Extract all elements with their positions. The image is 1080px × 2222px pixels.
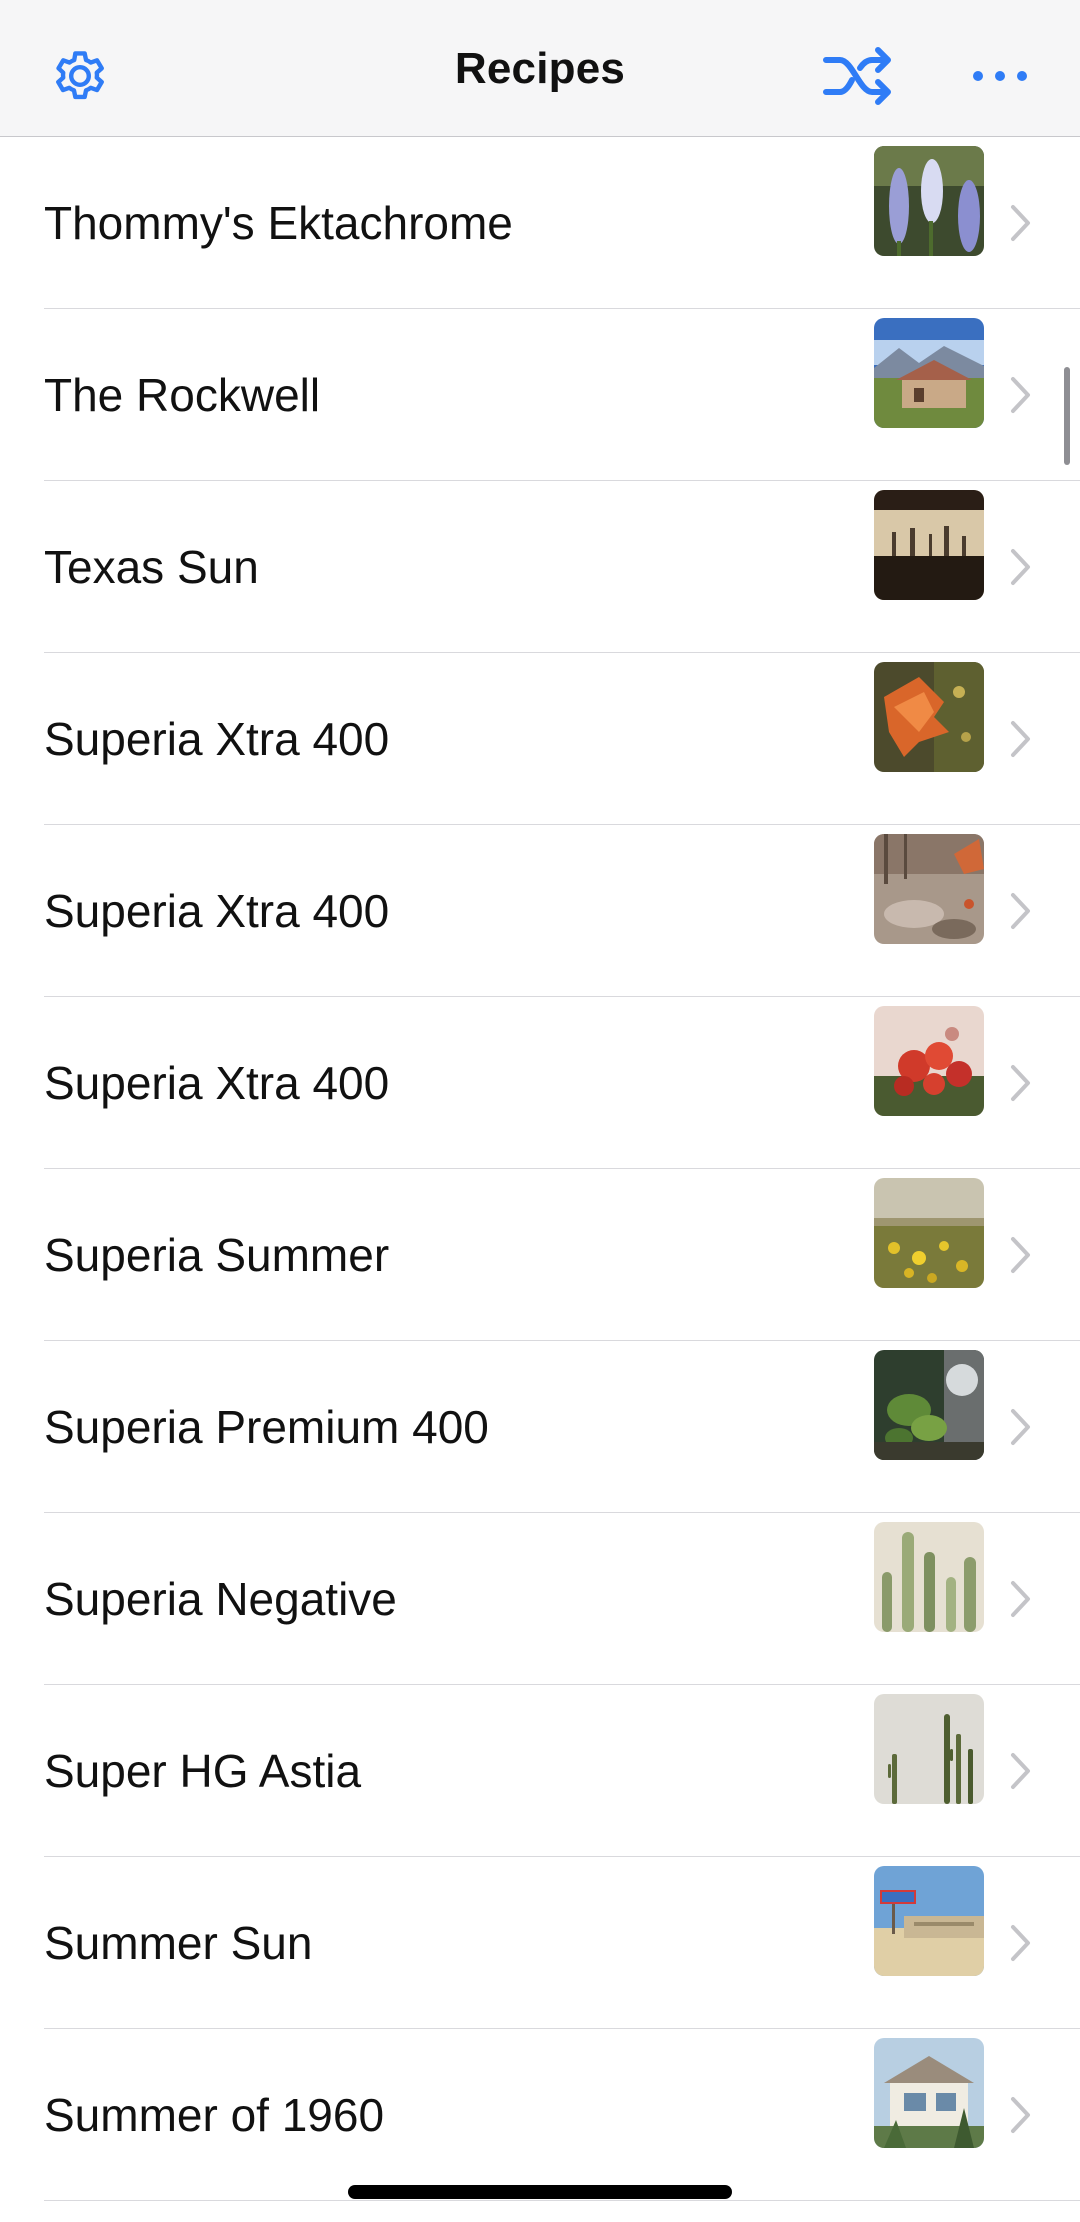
recipe-name: Superia Negative [44, 1573, 397, 1625]
recipe-row[interactable]: Superia Premium 400 [0, 1341, 1080, 1513]
shuffle-button[interactable] [822, 40, 894, 112]
recipe-row[interactable]: Summer of 1960 [0, 2029, 1080, 2201]
recipe-row[interactable]: Superia Xtra 400 [0, 653, 1080, 825]
chevron-right-icon [1010, 825, 1032, 997]
chevron-right-icon [1010, 309, 1032, 481]
recipe-thumbnail [874, 1866, 984, 1976]
more-icon [973, 71, 1027, 81]
recipe-row[interactable]: Superia Xtra 400 [0, 997, 1080, 1169]
recipe-thumbnail [874, 1006, 984, 1116]
recipe-thumbnail [874, 490, 984, 600]
chevron-right-icon [1010, 1685, 1032, 1857]
scroll-indicator[interactable] [1064, 367, 1070, 465]
recipe-name: Superia Premium 400 [44, 1401, 489, 1453]
recipe-thumbnail [874, 1178, 984, 1288]
chevron-right-icon [1010, 653, 1032, 825]
chevron-right-icon [1010, 1169, 1032, 1341]
recipe-name: Summer of 1960 [44, 2089, 385, 2141]
chevron-right-icon [1010, 137, 1032, 309]
chevron-right-icon [1010, 481, 1032, 653]
recipe-thumbnail [874, 662, 984, 772]
chevron-right-icon [1010, 1857, 1032, 2029]
recipe-row[interactable]: Summer Sun [0, 1857, 1080, 2029]
recipe-name: Superia Xtra 400 [44, 713, 390, 765]
chevron-right-icon [1010, 2029, 1032, 2201]
chevron-right-icon [1010, 1513, 1032, 1685]
recipe-thumbnail [874, 1694, 984, 1804]
recipe-row[interactable]: Superia Summer [0, 1169, 1080, 1341]
recipe-thumbnail [874, 2038, 984, 2148]
recipe-thumbnail [874, 1350, 984, 1460]
recipe-name: Thommy's Ektachrome [44, 197, 513, 249]
recipe-thumbnail [874, 146, 984, 256]
page-title: Recipes [454, 44, 626, 93]
recipe-name: Superia Summer [44, 1229, 390, 1281]
recipe-name: Superia Xtra 400 [44, 1057, 390, 1109]
navigation-bar: Recipes [0, 0, 1080, 137]
chevron-right-icon [1010, 997, 1032, 1169]
recipes-screen: Recipes Thommy's Ektachrome The Rockwell… [0, 0, 1080, 2222]
recipe-thumbnail [874, 834, 984, 944]
recipe-row[interactable]: Super HG Astia [0, 1685, 1080, 1857]
recipe-row[interactable]: The Rockwell [0, 309, 1080, 481]
recipe-row[interactable]: Thommy's Ektachrome [0, 137, 1080, 309]
recipe-name: Super HG Astia [44, 1745, 362, 1797]
recipe-row[interactable]: Superia Negative [0, 1513, 1080, 1685]
recipe-name: Texas Sun [44, 541, 259, 593]
recipe-row[interactable]: Texas Sun [0, 481, 1080, 653]
home-indicator[interactable] [348, 2185, 732, 2199]
recipe-name: Summer Sun [44, 1917, 313, 1969]
recipe-name: The Rockwell [44, 369, 321, 421]
recipe-row-partial[interactable] [0, 2201, 1080, 2222]
shuffle-icon [823, 47, 891, 105]
more-button[interactable] [964, 40, 1036, 112]
recipe-thumbnail [874, 318, 984, 428]
recipe-list: Thommy's Ektachrome The Rockwell Texas S… [0, 137, 1080, 2222]
recipe-name: Superia Xtra 400 [44, 885, 390, 937]
recipe-thumbnail [874, 1522, 984, 1632]
chevron-right-icon [1010, 1341, 1032, 1513]
recipe-row[interactable]: Superia Xtra 400 [0, 825, 1080, 997]
